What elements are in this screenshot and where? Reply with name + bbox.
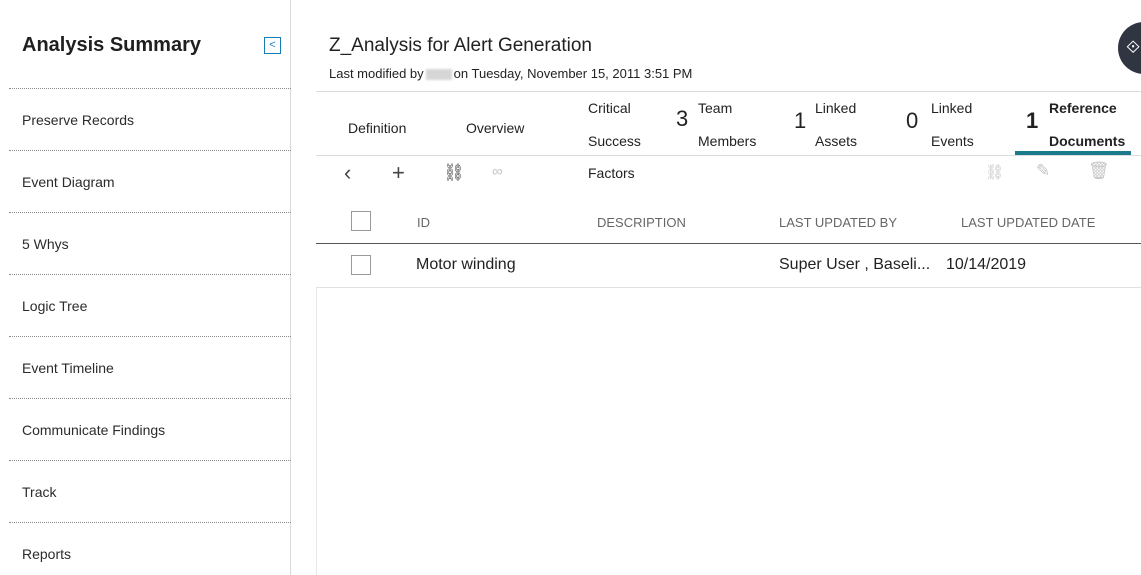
back-chevron-icon[interactable]: ‹ [344, 160, 351, 186]
sidebar-list: Preserve Records Event Diagram 5 Whys Lo… [9, 88, 291, 575]
trash-icon[interactable]: 🗑 [1088, 161, 1110, 181]
sidebar-item-label: Event Timeline [22, 359, 114, 376]
tab-critical-success-factors[interactable]: Critical Success Factors [588, 100, 648, 190]
tab-label-line1: Reference [1049, 100, 1117, 116]
sidebar: Analysis Summary < Preserve Records Even… [0, 0, 291, 575]
redacted-user [425, 69, 452, 81]
tab-label: Definition [348, 120, 407, 136]
tab-label-line2: Success [588, 133, 641, 149]
modified-prefix: Last modified by [329, 66, 424, 81]
tab-linked-events[interactable]: 0 Linked Events [906, 100, 986, 150]
cell-updated-by: Super User , Baseli... [779, 256, 931, 273]
column-header-description[interactable]: DESCRIPTION [597, 215, 686, 230]
sidebar-item-logic-tree[interactable]: Logic Tree [9, 274, 291, 336]
tab-count: 1 [1026, 108, 1039, 133]
unlink-icon[interactable]: ⛓ [985, 163, 1004, 181]
tab-label-line1: Team [698, 100, 733, 116]
tab-count: 1 [794, 108, 807, 133]
last-modified-text: Last modified by on Tuesday, November 15,… [329, 66, 692, 81]
sidebar-title: Analysis Summary [22, 34, 201, 56]
view-icon: ⟐ [1126, 37, 1141, 57]
binoculars-icon[interactable]: ∞ [492, 163, 503, 180]
sidebar-item-label: Event Diagram [22, 173, 115, 190]
column-header-last-updated-by[interactable]: LAST UPDATED BY [779, 215, 897, 230]
chevron-left-icon: < [269, 39, 276, 51]
table-header: ID DESCRIPTION LAST UPDATED BY LAST UPDA… [316, 200, 1141, 244]
tabs-divider-top [316, 91, 1141, 92]
tab-label-line1: Linked [815, 100, 857, 116]
sidebar-item-track[interactable]: Track [9, 460, 291, 522]
tab-label-line2: Members [698, 133, 757, 149]
sidebar-item-label: Reports [22, 545, 72, 562]
pencil-icon[interactable]: ✎ [1036, 161, 1050, 181]
select-all-checkbox[interactable] [351, 211, 371, 231]
tab-label-line1: Critical [588, 100, 631, 116]
tab-linked-assets[interactable]: 1 Linked Assets [794, 100, 864, 150]
column-header-last-updated-date[interactable]: LAST UPDATED DATE [961, 215, 1095, 230]
column-header-id[interactable]: ID [417, 215, 430, 230]
page-title: Z_Analysis for Alert Generation [329, 35, 592, 56]
tab-label-line3: Factors [588, 165, 635, 181]
tab-definition[interactable]: Definition [348, 120, 406, 136]
tab-reference-documents[interactable]: 1 Reference Documents [1026, 100, 1138, 150]
link-icon[interactable]: ⛓ [443, 163, 465, 183]
sidebar-item-label: Preserve Records [22, 111, 135, 128]
content-left-border [316, 288, 317, 575]
sidebar-item-label: Logic Tree [22, 297, 88, 314]
tab-label-line1: Linked [931, 100, 973, 116]
sidebar-item-5-whys[interactable]: 5 Whys [9, 212, 291, 274]
expand-panel-button[interactable]: ⟐ [1118, 22, 1141, 74]
tab-count: 0 [906, 108, 919, 133]
sidebar-item-label: Communicate Findings [22, 421, 166, 438]
table-row[interactable]: Motor winding Super User , Baseli... 10/… [316, 244, 1141, 288]
tab-team-members[interactable]: 3 Team Members [676, 100, 766, 150]
tab-label-line2: Events [931, 133, 974, 149]
sidebar-item-preserve-records[interactable]: Preserve Records [9, 88, 291, 150]
modified-suffix: on Tuesday, November 15, 2011 3:51 PM [453, 66, 693, 81]
tab-overview[interactable]: Overview [466, 120, 524, 136]
plus-icon[interactable]: + [392, 160, 405, 186]
cell-updated-date: 10/14/2019 [946, 256, 1027, 273]
tab-label-line2: Assets [815, 133, 858, 149]
sidebar-item-communicate-findings[interactable]: Communicate Findings [9, 398, 291, 460]
sidebar-item-reports[interactable]: Reports [9, 522, 291, 575]
sidebar-item-label: 5 Whys [22, 235, 69, 252]
row-checkbox[interactable] [351, 255, 371, 275]
collapse-sidebar-button[interactable]: < [264, 37, 281, 54]
tab-label: Overview [466, 120, 525, 136]
sidebar-item-label: Track [22, 483, 57, 500]
sidebar-item-event-diagram[interactable]: Event Diagram [9, 150, 291, 212]
tabs-divider-bottom [316, 155, 1141, 156]
cell-id[interactable]: Motor winding [416, 256, 516, 274]
tab-label-line2: Documents [1049, 133, 1126, 149]
sidebar-item-event-timeline[interactable]: Event Timeline [9, 336, 291, 398]
tab-count: 3 [676, 106, 689, 131]
